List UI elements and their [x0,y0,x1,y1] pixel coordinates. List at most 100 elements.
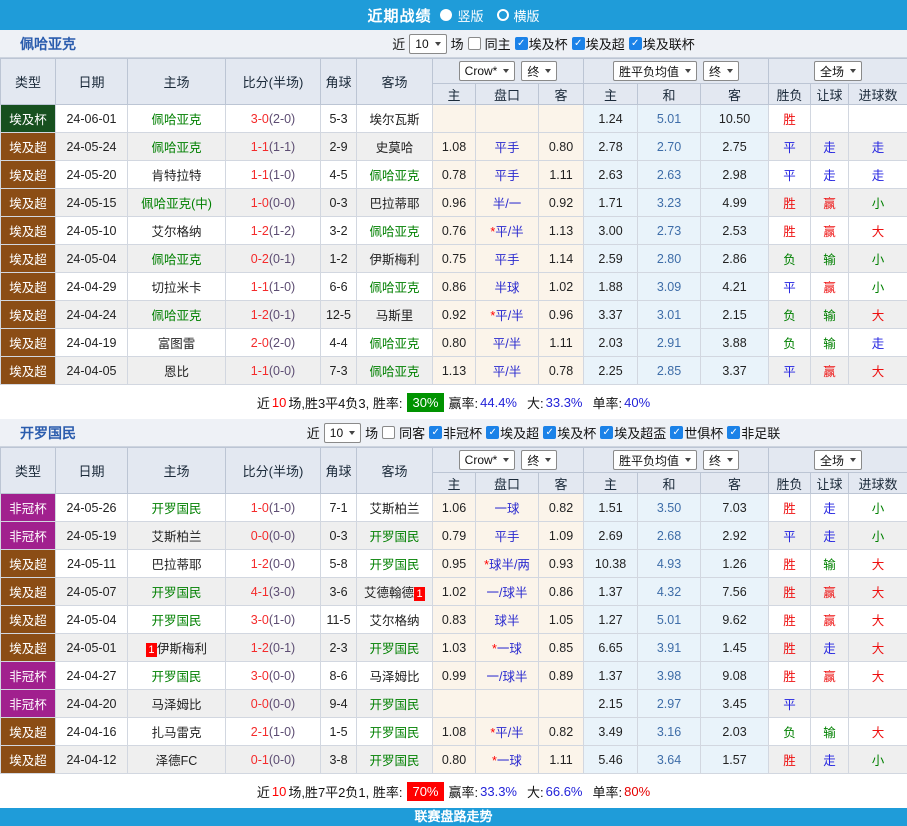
result-flag: 大 [872,670,885,684]
vertical-layout-radio[interactable] [440,9,452,21]
league-type-cell: 埃及超 [1,329,56,357]
odds-source-select[interactable]: Crow* [459,61,516,81]
league-type-cell: 埃及超 [1,133,56,161]
score-cell: 2-1(1-0) [226,718,321,746]
score-cell: 1-1(1-0) [226,273,321,301]
chevron-down-icon [349,431,355,435]
away-team-cell: 史莫哈 [357,133,433,161]
home-team-cell: 肯特拉特 [128,161,226,189]
wdl-result-cell: 胜 [769,662,811,690]
result-flag: 走 [823,502,836,516]
team-link: 开罗国民 [151,502,201,516]
away-odds-cell: 1.11 [539,746,584,774]
chevron-down-icon [850,69,856,73]
avg-final-select[interactable]: 终 [703,61,739,81]
league-type-cell: 埃及超 [1,161,56,189]
team-link: 艾斯柏兰 [151,530,201,544]
league-checkbox-2[interactable]: ✓ [543,426,556,439]
league-label: 埃及超 [586,34,625,53]
same-away-checkbox[interactable] [382,426,395,439]
halftime-score: (1-2) [269,224,295,238]
avg-draw-cell: 2.85 [638,357,701,385]
home-odds-cell: 1.08 [433,133,476,161]
odds-final-select[interactable]: 终 [521,450,557,470]
league-type-cell: 埃及超 [1,301,56,329]
corner-cell: 1-5 [321,718,357,746]
team-link: 佩哈亚克 [151,253,201,267]
match-row: 埃及超24-04-19富图雷2-0(2-0)4-4佩哈亚克0.80平/半1.11… [1,329,907,357]
league-type-cell: 埃及超 [1,189,56,217]
subcol-avg-away: 客 [701,473,769,494]
avg-draw-cell: 2.68 [638,522,701,550]
handicap-result-cell: 赢 [811,662,849,690]
result-flag: 负 [783,726,796,740]
avg-odds-select[interactable]: 胜平负均值 [613,450,697,470]
handicap-result-cell [811,690,849,718]
subcol-handicap: 盘口 [476,84,539,105]
avg-away-cell: 1.26 [701,550,769,578]
halftime-score: (0-0) [269,196,295,210]
team-link: 马泽姆比 [369,670,419,684]
subcol-wdl: 胜负 [769,473,811,494]
result-flag: 平 [783,698,796,712]
recent-count-select[interactable]: 10 [409,34,446,54]
team-link: 开罗国民 [369,698,419,712]
handicap-result-cell: 赢 [811,273,849,301]
league-label: 埃及联杯 [643,34,695,53]
away-team-cell: 开罗国民 [357,634,433,662]
league-checkbox-0[interactable]: ✓ [515,37,528,50]
date-cell: 24-05-07 [56,578,128,606]
avg-odds-select[interactable]: 胜平负均值 [613,61,697,81]
score-cell: 0-0(0-0) [226,522,321,550]
scope-select[interactable]: 全场 [814,450,862,470]
avg-away-cell: 3.37 [701,357,769,385]
league-checkbox-4[interactable]: ✓ [670,426,683,439]
avg-final-select[interactable]: 终 [703,450,739,470]
fulltime-score: 1-1 [251,140,269,154]
avg-draw-cell: 2.63 [638,161,701,189]
corner-cell: 3-6 [321,578,357,606]
home-team-cell: 富图雷 [128,329,226,357]
result-flag: 胜 [783,225,796,239]
filter-bar: 近 10 场 同主 ✓埃及杯 ✓埃及超 ✓埃及联杯 [392,34,694,54]
avg-home-cell: 2.78 [584,133,638,161]
league-checkbox-2[interactable]: ✓ [629,37,642,50]
league-checkbox-1[interactable]: ✓ [572,37,585,50]
handicap-name: 一球 [497,754,522,768]
away-odds-cell: 1.09 [539,522,584,550]
home-team-cell: 恩比 [128,357,226,385]
section-header: 佩哈亚克 近 10 场 同主 ✓埃及杯 ✓埃及超 ✓埃及联杯 [0,30,907,58]
result-flag: 小 [872,754,885,768]
league-checkbox-3[interactable]: ✓ [600,426,613,439]
league-checkbox-1[interactable]: ✓ [486,426,499,439]
league-checkbox-0[interactable]: ✓ [429,426,442,439]
win-rate-badge: 70% [407,782,443,801]
odds-final-select[interactable]: 终 [521,61,557,81]
scope-select[interactable]: 全场 [814,61,862,81]
same-home-checkbox[interactable] [468,37,481,50]
league-type-cell: 非冠杯 [1,690,56,718]
avg-away-cell: 10.50 [701,105,769,133]
recent-count-select[interactable]: 10 [324,423,361,443]
home-team-cell: 泽德FC [128,746,226,774]
horizontal-layout-radio[interactable] [497,9,509,21]
avg-draw-cell: 2.70 [638,133,701,161]
result-flag: 小 [872,281,885,295]
team-link: 伊斯梅利 [157,642,207,656]
subcol-wdl: 胜负 [769,84,811,105]
fulltime-score: 3-0 [251,669,269,683]
handicap-cell: *平/半 [476,217,539,245]
corner-cell: 3-2 [321,217,357,245]
date-cell: 24-05-19 [56,522,128,550]
home-odds-cell [433,690,476,718]
fulltime-score: 4-1 [251,585,269,599]
result-flag: 走 [872,169,885,183]
avg-home-cell: 3.00 [584,217,638,245]
result-flag: 小 [872,197,885,211]
league-checkbox-5[interactable]: ✓ [727,426,740,439]
odds-source-select[interactable]: Crow* [459,450,516,470]
avg-draw-cell: 3.98 [638,662,701,690]
avg-away-cell: 7.56 [701,578,769,606]
subcol-away-odds: 客 [539,473,584,494]
halftime-score: (0-0) [269,753,295,767]
